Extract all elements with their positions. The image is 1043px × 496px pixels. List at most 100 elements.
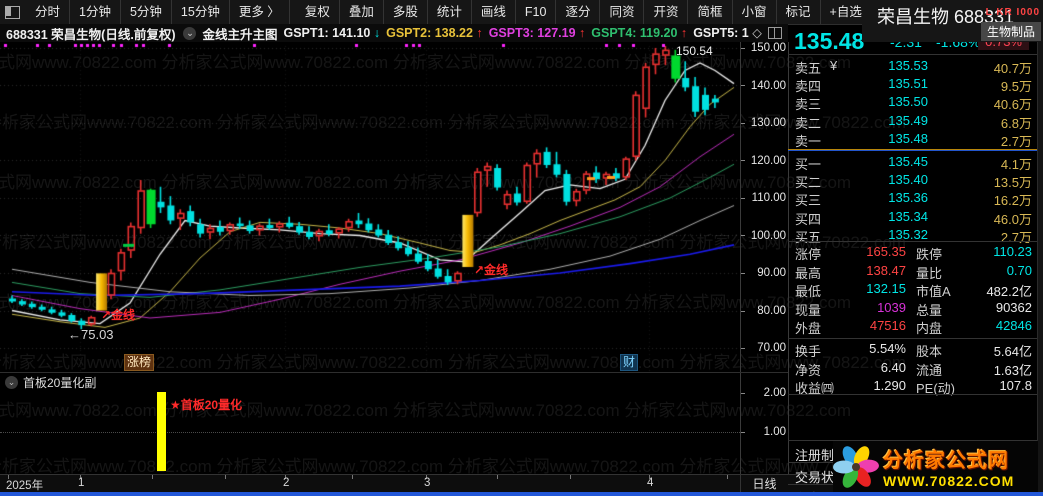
menu-item-15分钟[interactable]: 15分钟	[172, 0, 230, 24]
subchart-gridline	[0, 432, 740, 433]
price-axis-label: 100.00	[750, 229, 786, 242]
low-price-label: ←75.03	[68, 327, 114, 342]
stat-value: 6.40	[880, 359, 906, 375]
time-axis-label: 4	[647, 477, 654, 489]
time-axis-tick	[225, 475, 226, 479]
time-axis-tick	[570, 475, 571, 479]
menu-item-5分钟[interactable]: 5分钟	[121, 0, 172, 24]
stat-value: 42846	[995, 318, 1032, 334]
finance-badge[interactable]: 财	[620, 354, 639, 371]
menu-item-简框[interactable]: 简框	[688, 0, 733, 24]
high-price-label: 150.54	[676, 44, 713, 58]
stat-label: 流通	[916, 362, 943, 378]
panel-separator	[788, 338, 1037, 339]
time-axis-label: 2025年	[6, 480, 44, 492]
ask-row-1[interactable]: 卖一 135.48 2.7万	[788, 131, 1037, 149]
level-price: 135.34	[888, 208, 928, 224]
subchart-signal-label: ★首板20量化	[170, 398, 243, 412]
rank-badge[interactable]: 涨榜	[124, 354, 155, 371]
gspt-value-4: GSPT4: 119.20 ↑	[591, 26, 688, 40]
level-price: 135.40	[888, 172, 928, 188]
menu-item-F10[interactable]: F10	[516, 0, 557, 24]
menu-item-分时[interactable]: 分时	[26, 0, 71, 24]
subchart-separator-line	[0, 372, 788, 373]
period-cell[interactable]: 日线	[740, 475, 788, 493]
menu-item-1分钟[interactable]: 1分钟	[70, 0, 121, 24]
price-axis-label: 80.00	[757, 304, 786, 317]
level-label: 买二	[795, 175, 822, 191]
level-label: 卖二	[795, 115, 822, 131]
main-chart-canvas[interactable]	[0, 42, 740, 374]
bid-row-1[interactable]: 买一 135.45 4.1万	[788, 154, 1037, 172]
menu-item-复权[interactable]: 复权	[296, 0, 340, 24]
menu-item-画线[interactable]: 画线	[472, 0, 516, 24]
price-axis-label: 140.00	[750, 79, 786, 92]
menu-item-逐分[interactable]: 逐分	[556, 0, 601, 24]
level-price: 135.48	[888, 130, 928, 146]
level-volume: 9.5万	[1000, 79, 1032, 95]
menu-item-开资[interactable]: 开资	[644, 0, 689, 24]
bid-row-3[interactable]: 买三 135.36 16.2万	[788, 190, 1037, 208]
level-label: 买五	[795, 229, 822, 245]
ask-row-5[interactable]: 卖五 ¥135.53 40.7万	[788, 58, 1037, 76]
ask-row-3[interactable]: 卖三 135.50 40.6万	[788, 94, 1037, 112]
logo-site-url: WWW.70822.COM	[883, 473, 1015, 489]
level-label: 卖一	[795, 133, 822, 149]
menu-item-叠加[interactable]: 叠加	[340, 0, 384, 24]
panel-separator	[788, 54, 1037, 55]
gspt-value-1: GSPT1: 141.10 ↓	[283, 26, 381, 40]
indicator-name[interactable]: 金线主升主图	[202, 24, 277, 43]
ask-row-4[interactable]: 卖四 135.51 9.5万	[788, 76, 1037, 94]
level-volume: 16.2万	[993, 193, 1032, 209]
stat-row: 换手 5.54% 股本 5.64亿	[788, 341, 1037, 359]
price-axis-label: 130.00	[750, 117, 786, 129]
period-menu-group: 分时 1分钟 5分钟 15分钟 更多 〉	[26, 0, 290, 24]
menu-item-统计[interactable]: 统计	[428, 0, 472, 24]
window-layout-icon[interactable]	[5, 5, 20, 19]
stat-row: 现量 1039 总量 90362	[788, 300, 1037, 318]
subchart-signal-bar	[157, 391, 166, 471]
time-axis-label: 1	[78, 477, 85, 489]
menu-item-更多 〉[interactable]: 更多 〉	[230, 0, 290, 24]
menu-item-同资[interactable]: 同资	[600, 0, 645, 24]
menu-item-小窗[interactable]: 小窗	[733, 0, 777, 24]
level-volume: 2.7万	[1000, 229, 1032, 245]
stat-value: 90362	[995, 299, 1032, 315]
stat-value: 165.35	[866, 244, 906, 259]
menu-item-多股[interactable]: 多股	[384, 0, 428, 24]
stat-value: 482.2亿	[986, 284, 1032, 300]
chevron-down-icon[interactable]: ⌄	[183, 26, 197, 40]
stat-label: 最高	[795, 265, 822, 281]
stat-label: 股本	[916, 344, 943, 359]
stock-header: 荣昌生物 688331 L KR I000 生物制品	[862, 0, 1043, 42]
level-volume: 4.1万	[1000, 157, 1032, 172]
stat-row: 最低 132.15 市值A 482.2亿	[788, 281, 1037, 299]
ask-row-2[interactable]: 卖二 135.49 6.8万	[788, 113, 1037, 131]
tools-menu-group: 复权叠加多股统计画线F10逐分同资开资简框小窗标记+自选返回	[296, 0, 916, 24]
stat-label: 现量	[795, 302, 822, 318]
level-price: 135.53	[888, 58, 928, 73]
stat-value: 5.54%	[869, 341, 906, 356]
industry-tab[interactable]: 生物制品	[980, 22, 1041, 41]
right-scrollbar[interactable]	[1037, 42, 1043, 492]
logo-site-name: 分析家公式网	[883, 450, 1009, 472]
subchart-title[interactable]: 首板20量化副	[23, 374, 96, 391]
last-price: 135.48	[794, 28, 865, 54]
menu-item-标记[interactable]: 标记	[777, 0, 821, 24]
chevron-down-icon[interactable]: ⌄	[5, 376, 18, 389]
level-price: 135.32	[888, 226, 928, 242]
stat-label: 换手	[795, 344, 822, 359]
stat-value: 107.8	[999, 378, 1032, 394]
gspt-arrow-icon: ↓	[370, 26, 381, 40]
bid-row-5[interactable]: 买五 135.32 2.7万	[788, 227, 1037, 245]
price-axis-label: 110.00	[751, 192, 786, 204]
ask-bid-divider	[788, 149, 1037, 151]
bid-row-2[interactable]: 买二 135.40 13.5万	[788, 172, 1037, 190]
golden-line-signal-label-2: ↗金线	[474, 263, 509, 277]
stat-label: 跌停	[916, 247, 943, 262]
split-pane-icon[interactable]	[767, 27, 782, 39]
level-label: 买一	[795, 157, 822, 172]
bid-row-4[interactable]: 买四 135.34 46.0万	[788, 209, 1037, 227]
bottom-blue-bar	[0, 492, 1043, 496]
level-label: 卖四	[795, 79, 822, 95]
